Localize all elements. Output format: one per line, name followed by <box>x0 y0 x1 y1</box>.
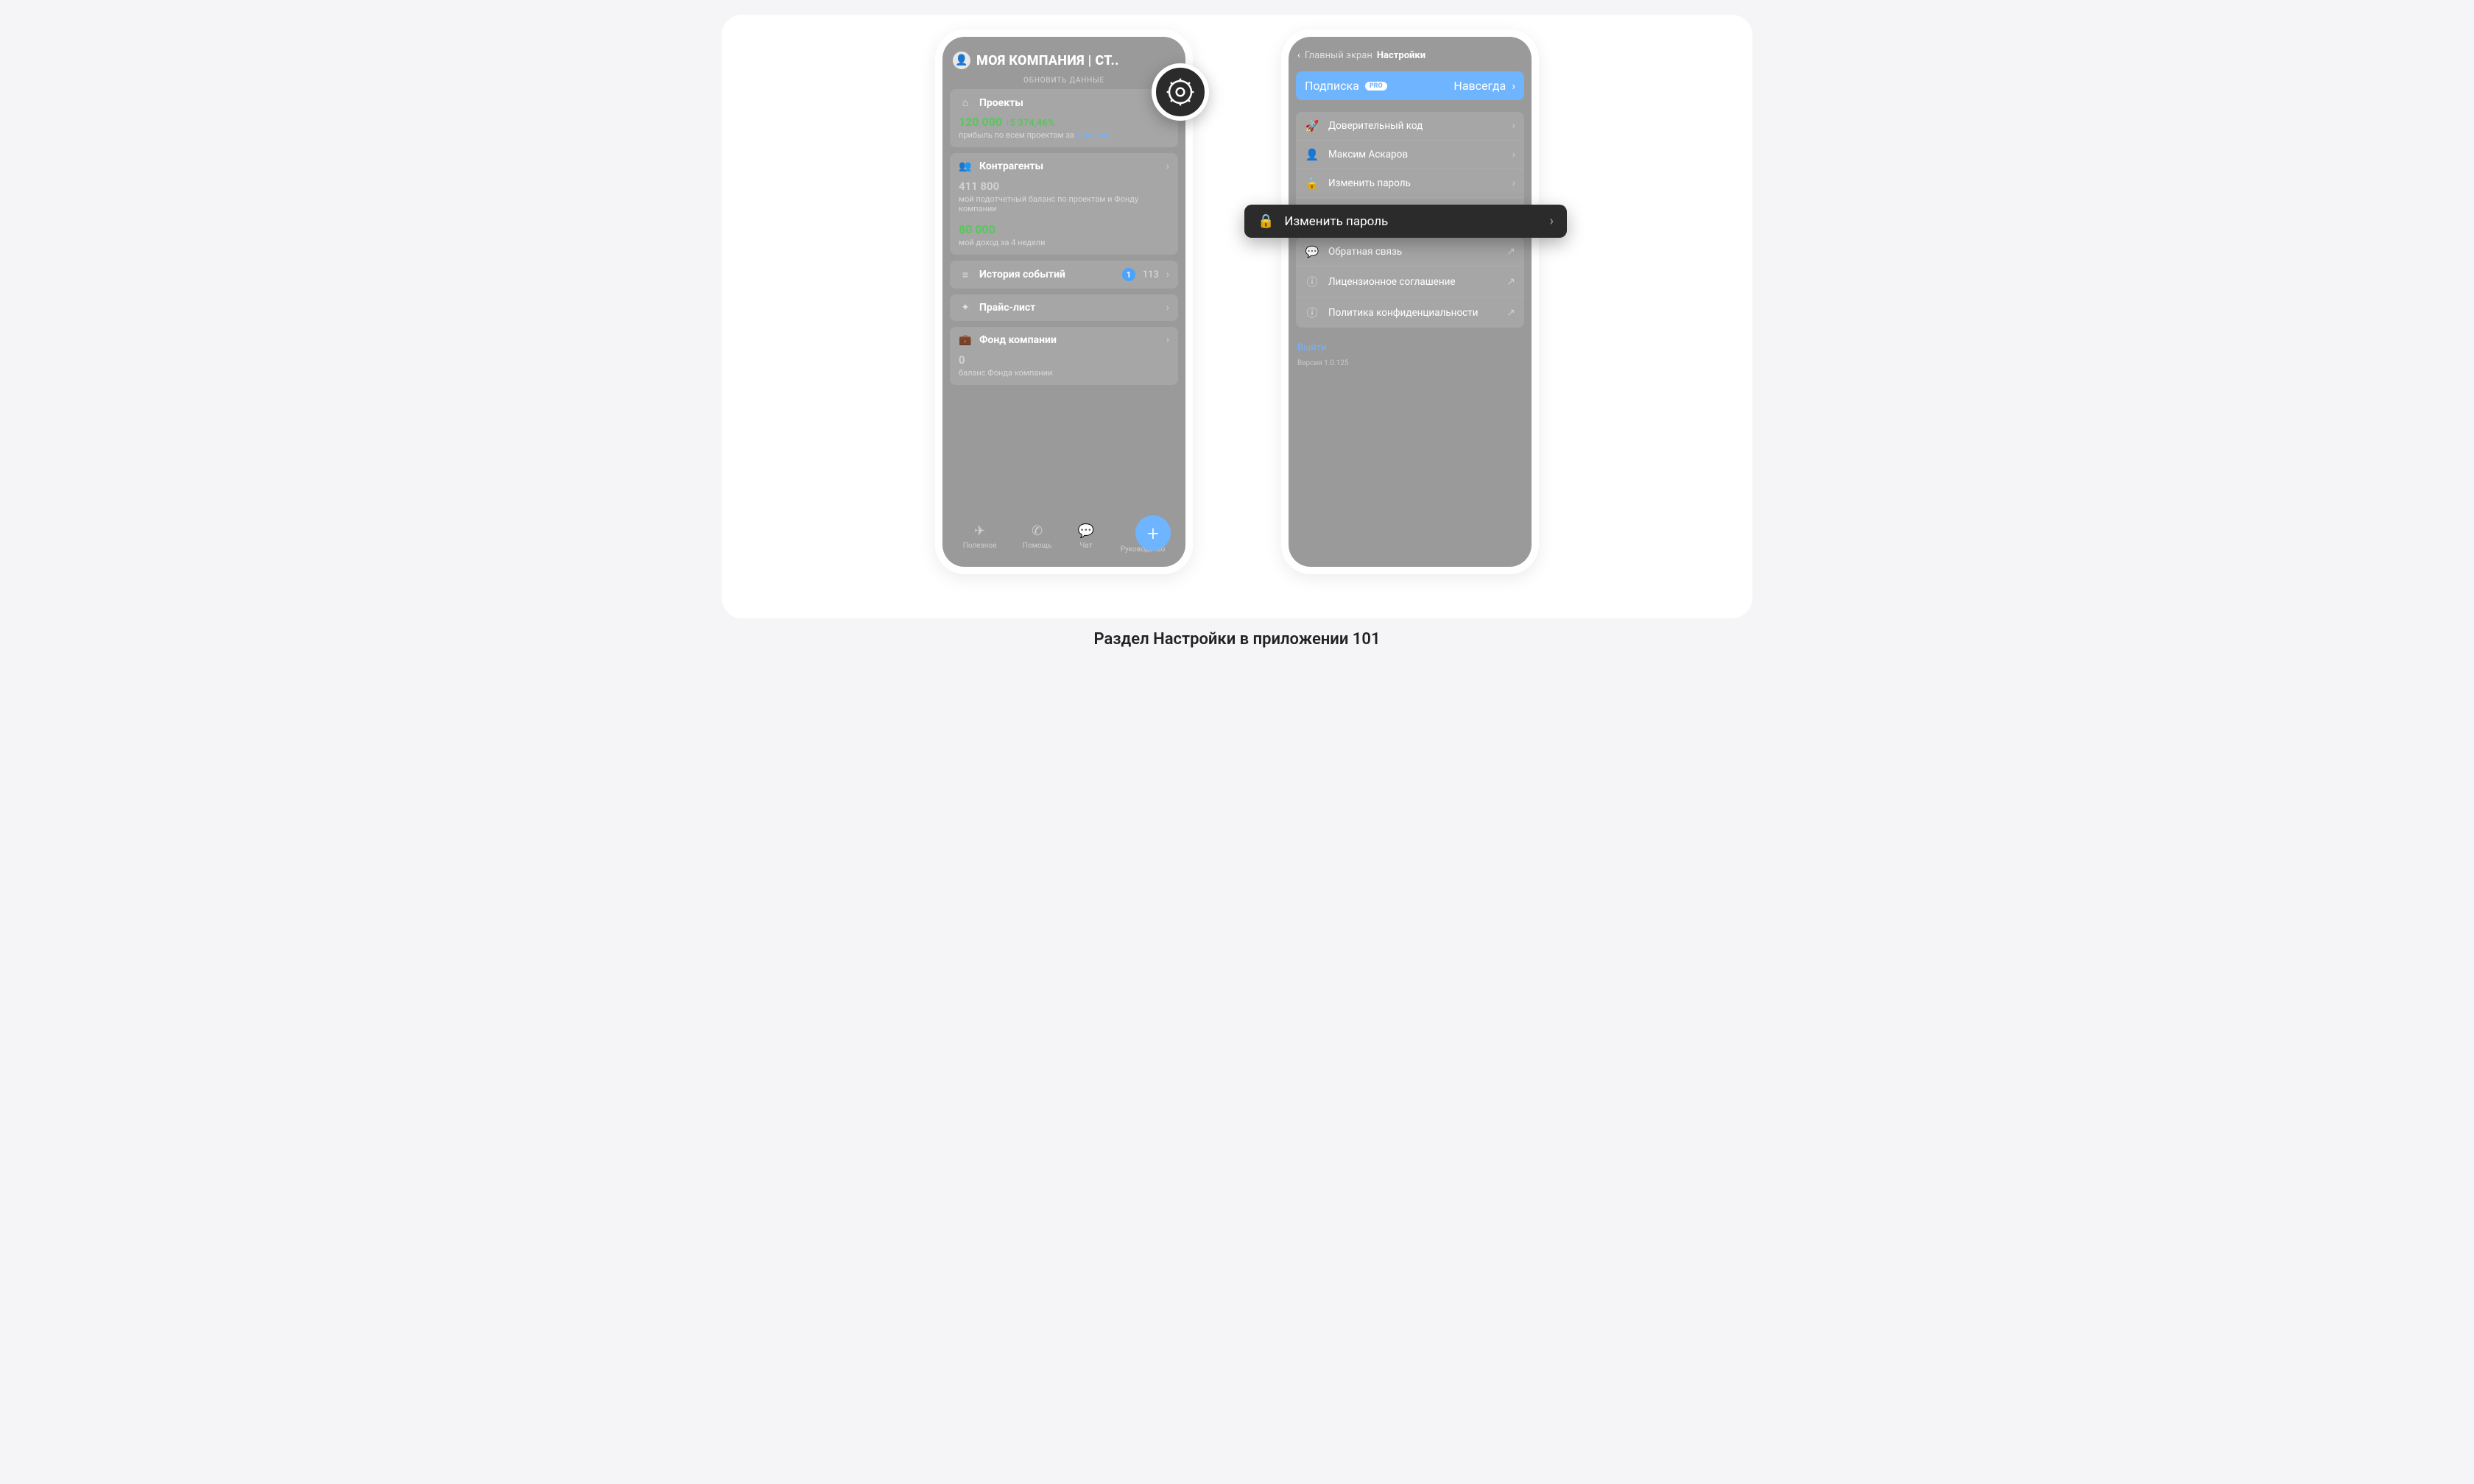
gear-callout <box>1152 63 1209 121</box>
row-privacy[interactable]: ⓘ Политика конфиденциальности ↗ <box>1296 297 1524 328</box>
chevron-right-icon: › <box>1512 177 1515 189</box>
projects-subtitle: прибыль по всем проектам за 4 недели <box>959 130 1169 140</box>
history-label: История событий <box>979 269 1115 280</box>
price-icon: ✦ <box>959 302 972 314</box>
history-card[interactable]: ≡ История событий 1 113 › <box>950 261 1178 289</box>
refresh-label[interactable]: ОБНОВИТЬ ДАННЫЕ <box>950 77 1178 85</box>
row-trust-code[interactable]: 🚀 Доверительный код › <box>1296 112 1524 140</box>
price-card[interactable]: ✦ Прайс-лист › <box>950 294 1178 321</box>
rocket-icon: 🚀 <box>1305 119 1319 132</box>
external-link-icon: ↗ <box>1506 246 1515 258</box>
projects-delta: 5 374,46% <box>1010 118 1055 129</box>
chevron-left-icon[interactable]: ‹ <box>1297 50 1300 61</box>
chat-icon: 💬 <box>1078 523 1094 539</box>
counterparties-income-sub: мой доход за 4 недели <box>959 238 1169 247</box>
left-phone-wrap: 👤 МОЯ КОМПАНИЯ | СТ.. ОБНОВИТЬ ДАННЫЕ ⌂ … <box>942 37 1185 567</box>
info-icon: ⓘ <box>1305 274 1319 289</box>
row-license[interactable]: ⓘ Лицензионное соглашение ↗ <box>1296 266 1524 297</box>
subscription-label: Подписка <box>1305 79 1359 93</box>
projects-label: Проекты <box>979 97 1146 109</box>
send-icon: ✈ <box>974 523 985 539</box>
breadcrumb-current: Настройки <box>1377 50 1425 61</box>
privacy-label: Политика конфиденциальности <box>1328 307 1498 319</box>
external-link-icon: ↗ <box>1506 276 1515 288</box>
subscription-row[interactable]: Подписка PRO Навсегда › <box>1296 71 1524 100</box>
fund-card[interactable]: 💼 Фонд компании › 0 баланс Фонда компани… <box>950 327 1178 385</box>
lock-icon: 🔒 <box>1305 177 1319 190</box>
logout-button[interactable]: Выйти <box>1296 339 1524 356</box>
nav-useful-label: Полезное <box>963 542 997 550</box>
projects-card[interactable]: ⌂ Проекты 8 › 120 000 ↑5 374,46% прибыль… <box>950 89 1178 147</box>
header: 👤 МОЯ КОМПАНИЯ | СТ.. <box>950 47 1178 77</box>
user-name-label: Максим Аскаров <box>1328 149 1504 160</box>
right-phone: ‹ Главный экран Настройки Подписка PRO Н… <box>1289 37 1532 567</box>
phone-icon: ✆ <box>1032 523 1043 539</box>
callout-label: Изменить пароль <box>1284 214 1539 229</box>
avatar[interactable]: 👤 <box>953 52 970 69</box>
house-icon: ⌂ <box>959 96 972 109</box>
settings-group-2: 💬 Обратная связь ↗ ⓘ Лицензионное соглаш… <box>1296 238 1524 328</box>
chevron-right-icon: › <box>1512 149 1515 160</box>
pro-badge: PRO <box>1365 82 1387 91</box>
info-icon: ⓘ <box>1305 305 1319 320</box>
history-badge: 1 <box>1122 268 1135 281</box>
nav-help[interactable]: ✆ Помощь <box>1023 523 1052 554</box>
projects-sub-prefix: прибыль по всем проектам за <box>959 130 1076 140</box>
chevron-right-icon: › <box>1166 302 1169 314</box>
nav-useful[interactable]: ✈ Полезное <box>963 523 997 554</box>
gear-icon <box>1166 77 1195 107</box>
history-count: 113 <box>1143 269 1159 280</box>
counterparties-label: Контрагенты <box>979 160 1159 172</box>
chevron-right-icon: › <box>1166 160 1169 172</box>
chevron-right-icon: › <box>1166 334 1169 346</box>
fund-label: Фонд компании <box>979 334 1159 346</box>
left-phone: 👤 МОЯ КОМПАНИЯ | СТ.. ОБНОВИТЬ ДАННЫЕ ⌂ … <box>942 37 1185 567</box>
row-feedback[interactable]: 💬 Обратная связь ↗ <box>1296 238 1524 266</box>
version-label: Версия 1.0.125 <box>1296 356 1524 370</box>
briefcase-icon: 💼 <box>959 334 972 346</box>
people-icon: 👥 <box>959 160 972 172</box>
subscription-value: Навсегда <box>1453 79 1506 93</box>
breadcrumb: ‹ Главный экран Настройки <box>1296 47 1524 71</box>
trust-code-label: Доверительный код <box>1328 120 1504 132</box>
chevron-right-icon: › <box>1550 213 1554 229</box>
external-link-icon: ↗ <box>1506 307 1515 319</box>
counterparties-card[interactable]: 👥 Контрагенты › 411 800 мой подотчетный … <box>950 153 1178 255</box>
fund-amount: 0 <box>959 353 1169 367</box>
figure-canvas: 👤 МОЯ КОМПАНИЯ | СТ.. ОБНОВИТЬ ДАННЫЕ ⌂ … <box>722 15 1752 618</box>
company-title: МОЯ КОМПАНИЯ | СТ.. <box>976 53 1175 68</box>
chevron-right-icon: › <box>1512 120 1515 132</box>
counterparties-income: 80 000 <box>959 222 1169 236</box>
nav-chat[interactable]: 💬 Чат <box>1078 523 1094 554</box>
chevron-right-icon: › <box>1166 269 1169 280</box>
projects-amount: 120 000 <box>959 115 1002 129</box>
feedback-icon: 💬 <box>1305 245 1319 258</box>
fund-sub: баланс Фонда компании <box>959 368 1169 378</box>
lock-icon: 🔒 <box>1258 213 1274 229</box>
counterparties-balance: 411 800 <box>959 180 1169 193</box>
user-icon: 👤 <box>1305 148 1319 161</box>
chevron-right-icon: › <box>1512 79 1515 93</box>
row-user[interactable]: 👤 Максим Аскаров › <box>1296 140 1524 169</box>
change-password-callout[interactable]: 🔒 Изменить пароль › <box>1244 205 1567 238</box>
nav-help-label: Помощь <box>1023 542 1052 550</box>
license-label: Лицензионное соглашение <box>1328 276 1498 288</box>
right-phone-wrap: ‹ Главный экран Настройки Подписка PRO Н… <box>1289 37 1532 567</box>
row-change-password[interactable]: 🔒 Изменить пароль › <box>1296 169 1524 197</box>
fab-add-button[interactable]: + <box>1135 515 1171 551</box>
price-label: Прайс-лист <box>979 302 1159 314</box>
nav-chat-label: Чат <box>1080 542 1093 550</box>
feedback-label: Обратная связь <box>1328 246 1498 258</box>
figure-caption: Раздел Настройки в приложении 101 <box>722 618 1752 651</box>
counterparties-balance-sub: мой подотчетный баланс по проектам и Фон… <box>959 194 1169 213</box>
change-password-label: Изменить пароль <box>1328 177 1504 189</box>
breadcrumb-back[interactable]: Главный экран <box>1305 50 1372 61</box>
list-icon: ≡ <box>959 269 972 281</box>
projects-sub-link[interactable]: 4 недели <box>1076 130 1110 140</box>
